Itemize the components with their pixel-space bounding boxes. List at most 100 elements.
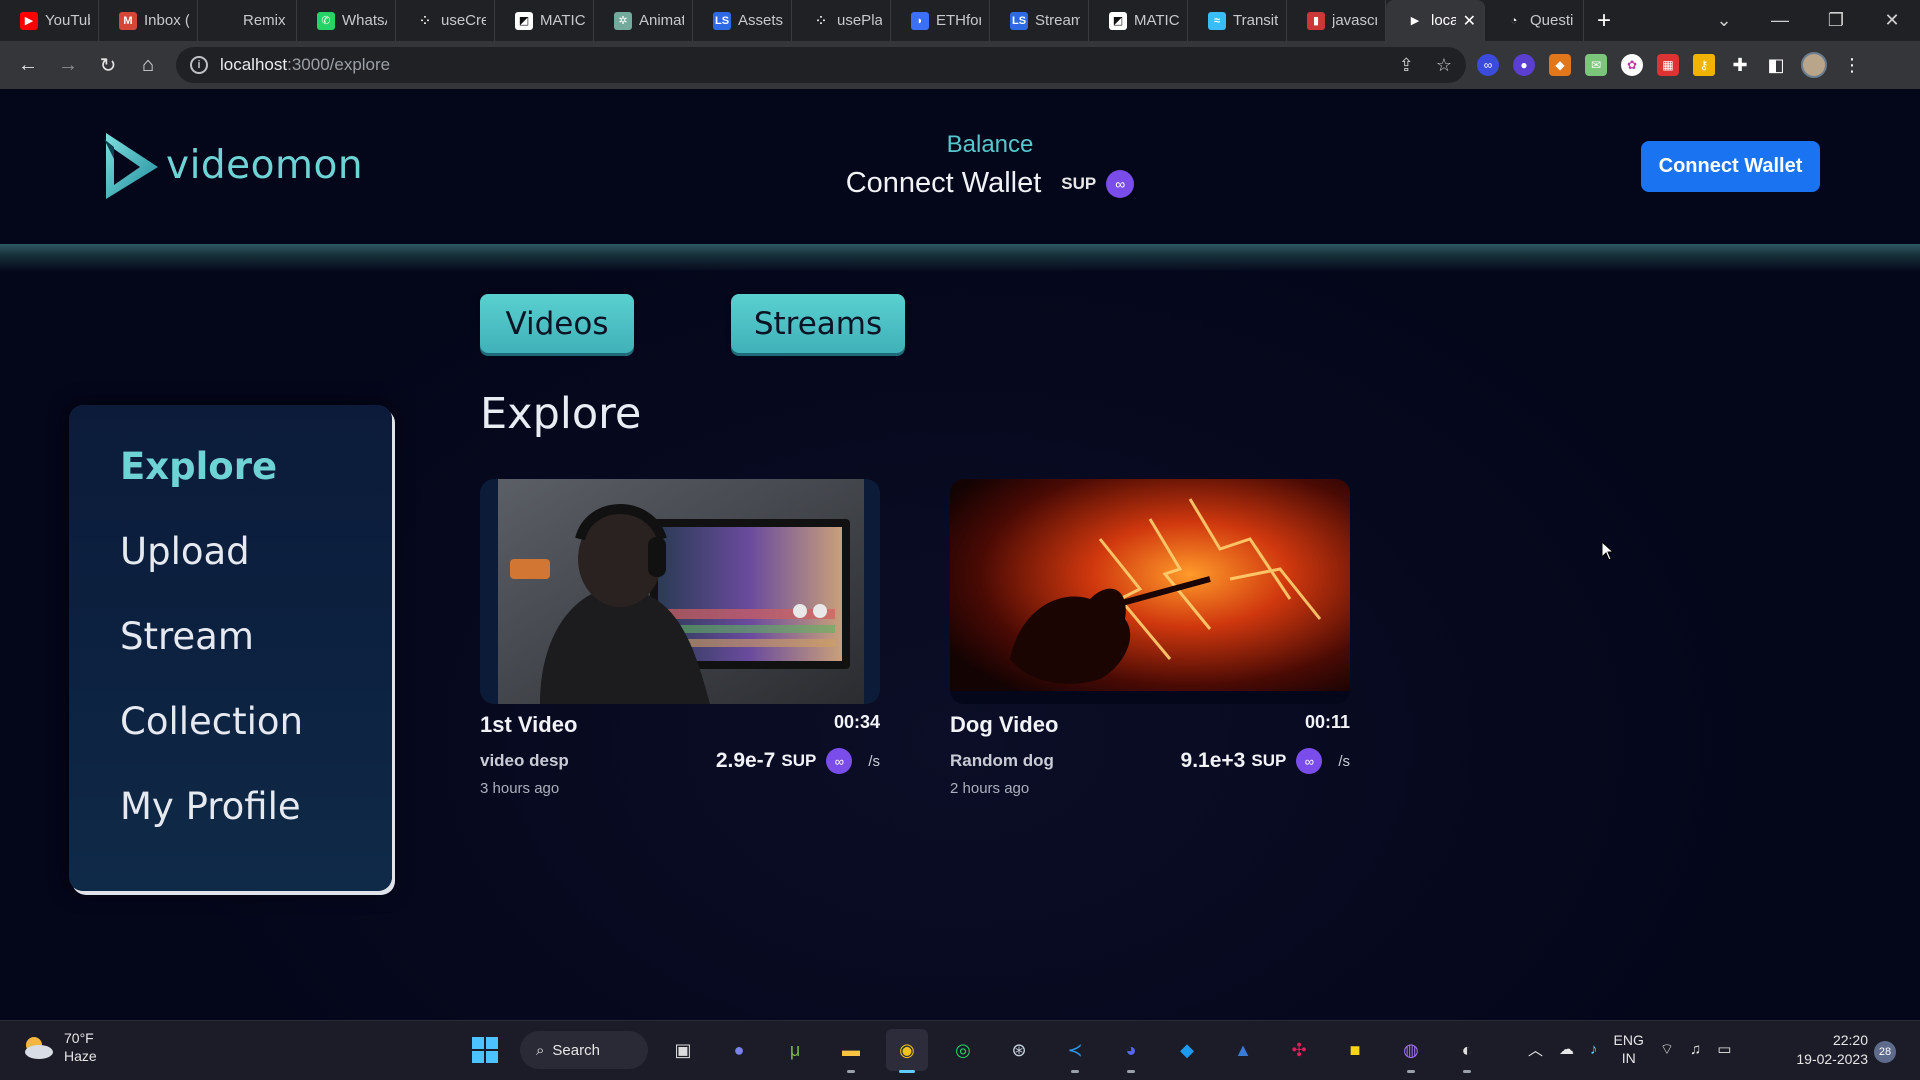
- home-icon[interactable]: ⌂: [128, 45, 168, 85]
- github-desktop-icon[interactable]: ◍: [1390, 1029, 1432, 1073]
- forward-icon[interactable]: →: [48, 45, 88, 85]
- browser-tab[interactable]: ▮ javascr: [1287, 0, 1386, 41]
- sidebar-item-stream[interactable]: Stream: [120, 611, 392, 696]
- browser-tab-label: WhatsA: [342, 12, 387, 29]
- notification-badge[interactable]: 28: [1874, 1041, 1896, 1063]
- tab-videos[interactable]: Videos: [480, 294, 634, 353]
- superfluid-coin-icon: ∞: [1106, 169, 1135, 198]
- browser-tab[interactable]: ≈ Transiti: [1188, 0, 1287, 41]
- battery-icon[interactable]: ▭: [1717, 1040, 1731, 1058]
- taskbar-search[interactable]: ⌕ Search: [520, 1031, 648, 1069]
- language-indicator[interactable]: ENG IN: [1614, 1031, 1644, 1067]
- minimize-icon[interactable]: —: [1752, 10, 1808, 31]
- sidebar-item-upload[interactable]: Upload: [120, 526, 392, 611]
- extension-mail-icon[interactable]: ✉: [1585, 54, 1607, 76]
- close-tab-icon[interactable]: ✕: [1463, 11, 1476, 31]
- reload-icon[interactable]: ↻: [88, 45, 128, 85]
- onedrive-icon[interactable]: ☁: [1559, 1040, 1574, 1058]
- browser-tab[interactable]: ✆ WhatsA: [297, 0, 396, 41]
- system-clock[interactable]: 22:20 19-02-2023: [1790, 1031, 1868, 1069]
- spotify-icon[interactable]: ◎: [942, 1029, 984, 1071]
- video-title[interactable]: Dog Video: [950, 712, 1058, 738]
- browser-tab[interactable]: LS Stream: [990, 0, 1089, 41]
- browser-tab-label: Animat: [639, 12, 684, 29]
- utorrent-icon[interactable]: μ: [774, 1029, 816, 1071]
- browser-tab[interactable]: ◩ MATIC: [495, 0, 594, 41]
- weather-widget[interactable]: 70°F Haze: [20, 1029, 97, 1065]
- slack-icon[interactable]: ✣: [1278, 1029, 1320, 1071]
- microphone-icon[interactable]: ♪: [1590, 1041, 1598, 1058]
- wifi-icon[interactable]: ⌔: [1660, 1040, 1674, 1059]
- browser-tab[interactable]: Remix: [198, 0, 297, 41]
- sidebar-item-collection[interactable]: Collection: [120, 696, 392, 781]
- browser-tab[interactable]: ◔ Questi: [1485, 0, 1584, 41]
- logo[interactable]: videomon: [100, 129, 363, 201]
- page-title: Explore: [480, 389, 642, 439]
- ls-icon: LS: [1010, 11, 1028, 30]
- sidebar-item-explore[interactable]: Explore: [120, 441, 392, 526]
- site-info-icon[interactable]: i: [190, 56, 208, 74]
- new-tab-button[interactable]: +: [1584, 0, 1624, 41]
- video-card[interactable]: Dog Video 00:11 Random dog 9.1e+3 SUP ∞ …: [950, 479, 1350, 797]
- extension-flower-icon[interactable]: ✿: [1621, 54, 1643, 76]
- chevron-up-icon[interactable]: ︿: [1528, 1039, 1543, 1060]
- vscode-icon[interactable]: ≺: [1054, 1029, 1096, 1073]
- steam-icon[interactable]: ⊛: [998, 1029, 1040, 1071]
- browser-tab[interactable]: ◩ MATIC: [1089, 0, 1188, 41]
- browser-tab[interactable]: LS Assets: [693, 0, 792, 41]
- video-thumbnail[interactable]: [950, 479, 1350, 704]
- browser-tab[interactable]: M Inbox (: [99, 0, 198, 41]
- question-icon: ◔: [1505, 11, 1523, 30]
- taskbar-apps: ⌕ Search ▣ ● μ ▬ ◉ ◎ ⊛ ≺ ◕ ◆ ▲ ✣ ■ ◍ ◐: [464, 1029, 1488, 1073]
- browser-tab[interactable]: ◗ ETHfor: [891, 0, 990, 41]
- back-icon[interactable]: ←: [8, 45, 48, 85]
- browser-tab-label: loca: [1431, 12, 1456, 29]
- obs-icon[interactable]: ◐: [1446, 1029, 1488, 1073]
- youtube-icon: ▶: [20, 11, 38, 30]
- chrome-icon[interactable]: ◉: [886, 1029, 928, 1073]
- sidebar-item-my-profile[interactable]: My Profile: [120, 781, 392, 866]
- sticky-notes-icon[interactable]: ■: [1334, 1029, 1376, 1071]
- video-card[interactable]: 1st Video 00:34 video desp 2.9e-7 SUP ∞ …: [480, 479, 880, 797]
- browser-tab[interactable]: ⁘ usePlay: [792, 0, 891, 41]
- browser-tab[interactable]: ⁘ useCre: [396, 0, 495, 41]
- bookmark-star-icon[interactable]: ☆: [1436, 55, 1452, 76]
- side-panel-icon[interactable]: ◧: [1765, 54, 1787, 76]
- volume-icon[interactable]: ♫: [1690, 1041, 1701, 1058]
- extension-ghost-icon[interactable]: ●: [1513, 54, 1535, 76]
- task-view-icon[interactable]: ▣: [662, 1029, 704, 1071]
- close-window-icon[interactable]: ✕: [1864, 10, 1920, 31]
- browser-tab-label: Assets: [738, 12, 783, 29]
- extensions-puzzle-icon[interactable]: ✚: [1729, 54, 1751, 76]
- video-title[interactable]: 1st Video: [480, 712, 577, 738]
- stocks-app-icon[interactable]: ▲: [1222, 1029, 1264, 1071]
- whatsapp-icon: ✆: [317, 11, 335, 30]
- connect-wallet-button[interactable]: Connect Wallet: [1641, 141, 1820, 192]
- browser-tab[interactable]: ✲ Animat: [594, 0, 693, 41]
- tab-search-icon[interactable]: ⌄: [1696, 10, 1752, 31]
- extension-infinity-icon[interactable]: ∞: [1477, 54, 1499, 76]
- address-bar[interactable]: i localhost:3000/explore ⇪ ☆: [176, 47, 1466, 83]
- twitter-icon[interactable]: ◆: [1166, 1029, 1208, 1071]
- teams-chat-icon[interactable]: ●: [718, 1029, 760, 1071]
- discord-icon[interactable]: ◕: [1110, 1029, 1152, 1073]
- os-taskbar: 70°F Haze ⌕ Search ▣ ● μ ▬ ◉ ◎ ⊛ ≺ ◕ ◆ ▲…: [0, 1020, 1920, 1080]
- balance-value: Connect Wallet: [845, 167, 1042, 199]
- extension-puzzle-red-icon[interactable]: ▦: [1657, 54, 1679, 76]
- browser-tab[interactable]: ▶ loca ✕: [1386, 0, 1485, 41]
- profile-avatar[interactable]: [1801, 52, 1827, 78]
- rate-value: 2.9e-7: [715, 749, 776, 772]
- extension-key-icon[interactable]: ⚷: [1693, 54, 1715, 76]
- browser-tab[interactable]: ▶ YouTub: [0, 0, 99, 41]
- video-thumbnail[interactable]: [480, 479, 880, 704]
- metamask-icon[interactable]: ◆: [1549, 54, 1571, 76]
- windows-start-icon[interactable]: [464, 1029, 506, 1071]
- share-icon[interactable]: ⇪: [1399, 55, 1414, 76]
- app-header: videomon Balance Connect Wallet SUP ∞ Co…: [0, 89, 1920, 244]
- rate-value: 9.1e+3: [1180, 749, 1246, 772]
- browser-tab-label: Questi: [1530, 12, 1574, 29]
- file-explorer-icon[interactable]: ▬: [830, 1029, 872, 1073]
- menu-kebab-icon[interactable]: ⋮: [1841, 54, 1863, 76]
- restore-icon[interactable]: ❐: [1808, 10, 1864, 31]
- tab-streams[interactable]: Streams: [731, 294, 905, 353]
